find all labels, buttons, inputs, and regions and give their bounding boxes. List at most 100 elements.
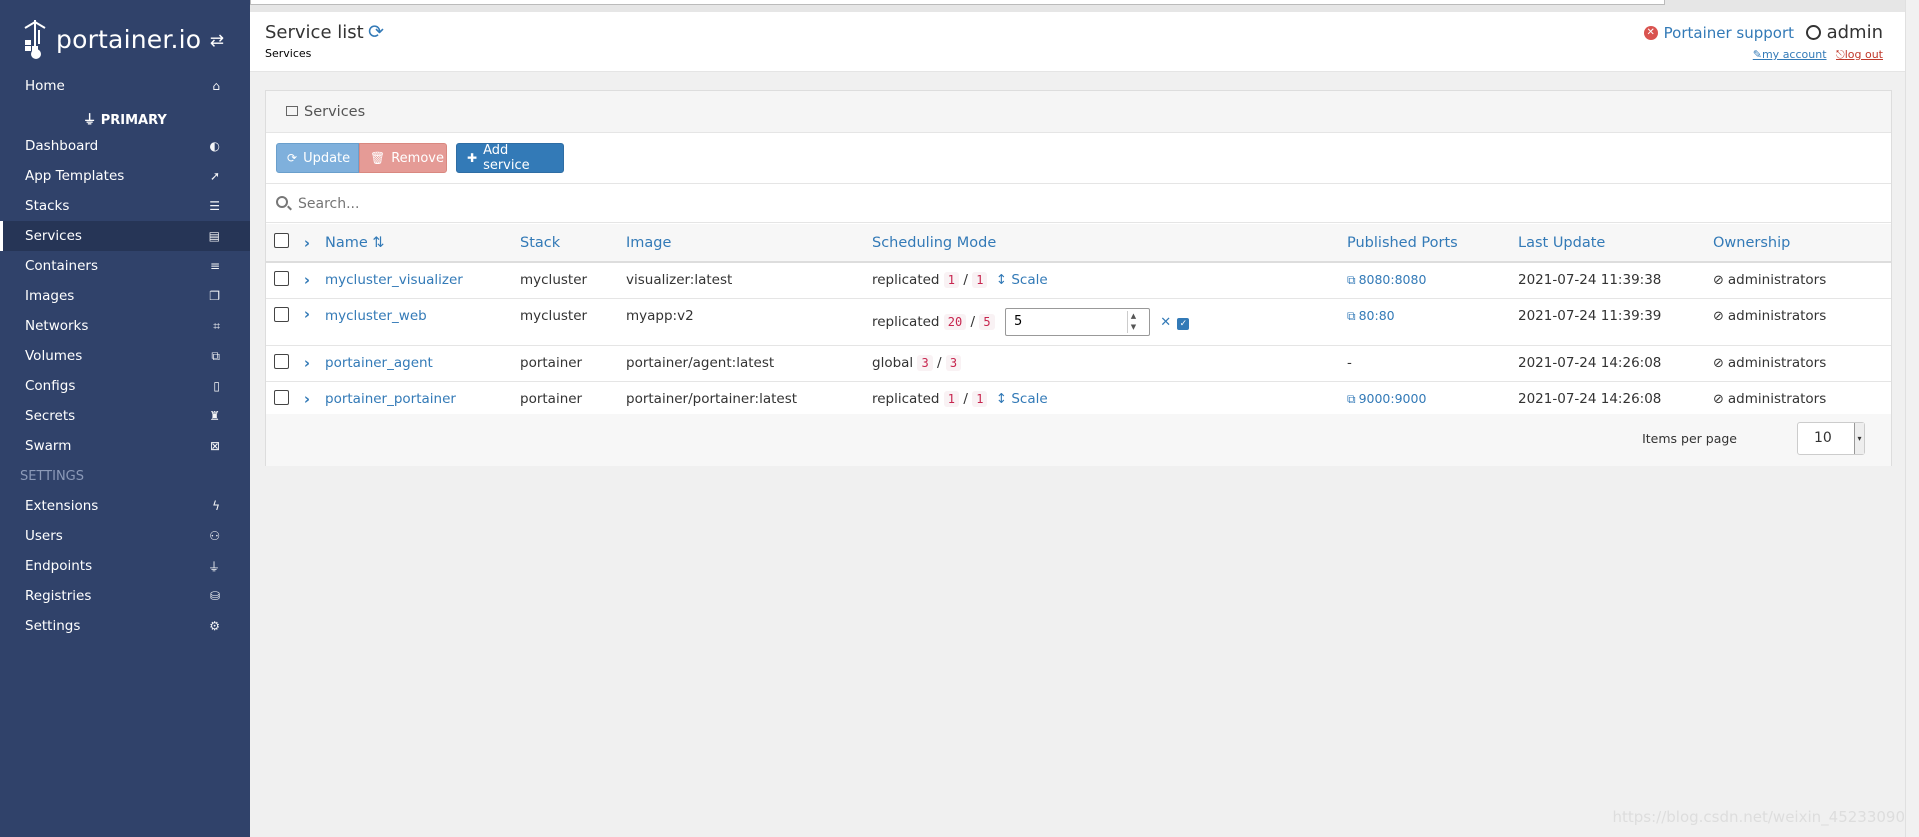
column-image[interactable]: Image bbox=[626, 224, 872, 262]
sidebar-item-containers[interactable]: Containers ≡ bbox=[0, 251, 250, 281]
desired-count: 3 bbox=[945, 355, 962, 371]
chevron-right-icon[interactable]: › bbox=[304, 390, 310, 408]
update-button[interactable]: ⟳ Update bbox=[276, 143, 359, 173]
breadcrumb: Services bbox=[265, 47, 312, 60]
confirm-scale-icon[interactable]: ✓ bbox=[1177, 317, 1190, 330]
log-out-link[interactable]: ⎋log out bbox=[1836, 48, 1883, 61]
scrollbar[interactable] bbox=[1905, 0, 1919, 837]
sidebar-item-stacks[interactable]: Stacks ☰ bbox=[0, 191, 250, 221]
column-scheduling-mode[interactable]: Scheduling Mode bbox=[872, 224, 1347, 262]
plus-icon: ✚ bbox=[467, 151, 478, 165]
stack-cell: portainer bbox=[520, 391, 583, 407]
account-links: ✎my account ⎋log out bbox=[1753, 48, 1883, 62]
endpoint-name: PRIMARY bbox=[100, 113, 167, 128]
external-link-icon: ⧉ bbox=[1347, 308, 1356, 323]
sort-icon: ⇅ bbox=[372, 234, 385, 251]
sidebar-item-extensions[interactable]: Extensions ϟ bbox=[0, 491, 250, 521]
cubes-icon: ⧉ bbox=[211, 348, 220, 363]
mode-label: replicated bbox=[872, 272, 940, 289]
row-checkbox[interactable] bbox=[274, 389, 289, 405]
remove-button[interactable]: 🗑 Remove bbox=[359, 143, 447, 173]
users-icon: ⚇ bbox=[209, 529, 220, 543]
refresh-icon[interactable]: ⟳ bbox=[368, 21, 384, 43]
running-count: 20 bbox=[943, 313, 967, 330]
service-name-link[interactable]: portainer_agent bbox=[325, 355, 433, 371]
sidebar-item-label: Users bbox=[25, 528, 63, 544]
scale-button[interactable]: ↕ Scale bbox=[996, 272, 1048, 288]
ownership-cell: ⊘ administrators bbox=[1713, 345, 1891, 381]
search-icon bbox=[276, 196, 288, 208]
brand-logo[interactable]: portainer.io bbox=[22, 16, 232, 62]
eye-slash-icon: ⊘ bbox=[1713, 392, 1724, 407]
column-last-update[interactable]: Last Update bbox=[1518, 224, 1713, 262]
items-per-page-select[interactable]: 10 ▾ bbox=[1797, 422, 1865, 455]
desired-count: 5 bbox=[979, 313, 995, 330]
sidebar-item-label: Settings bbox=[25, 618, 81, 634]
mode-label: global bbox=[872, 355, 914, 371]
sidebar-item-home[interactable]: Home ⌂ bbox=[0, 71, 250, 101]
sidebar-item-swarm[interactable]: Swarm ⊠ bbox=[0, 431, 250, 461]
caret-down-icon: ▾ bbox=[1854, 423, 1864, 454]
service-name-link[interactable]: mycluster_web bbox=[325, 308, 427, 324]
row-checkbox[interactable] bbox=[274, 353, 289, 369]
support-label: Portainer support bbox=[1663, 24, 1794, 42]
row-checkbox[interactable] bbox=[274, 306, 289, 322]
home-icon: ⌂ bbox=[212, 79, 220, 93]
sidebar-item-services[interactable]: Services ▤ bbox=[0, 221, 250, 251]
sidebar-item-networks[interactable]: Networks ⌗ bbox=[0, 311, 250, 341]
select-all-checkbox[interactable] bbox=[274, 233, 289, 248]
scale-button[interactable]: ↕ Scale bbox=[996, 391, 1048, 407]
sidebar-item-volumes[interactable]: Volumes ⧉ bbox=[0, 341, 250, 371]
sidebar-item-registries[interactable]: Registries ⛁ bbox=[0, 581, 250, 611]
sidebar-item-app-templates[interactable]: App Templates ➚ bbox=[0, 161, 250, 191]
row-checkbox[interactable] bbox=[274, 270, 289, 286]
sidebar-item-configs[interactable]: Configs ▯ bbox=[0, 371, 250, 401]
published-port-link[interactable]: ⧉ 9000:9000 bbox=[1347, 391, 1426, 406]
add-service-button[interactable]: ✚ Add service bbox=[456, 143, 564, 173]
search-input[interactable] bbox=[298, 192, 1198, 216]
image-cell: myapp:v2 bbox=[626, 307, 694, 324]
column-name[interactable]: Name ⇅ bbox=[325, 224, 520, 262]
cancel-scale-icon[interactable]: ✕ bbox=[1160, 315, 1171, 330]
ownership-label: administrators bbox=[1727, 307, 1827, 324]
scale-replicas-input[interactable]: 5 ▲ ▼ bbox=[1004, 307, 1150, 336]
page-title: Service list bbox=[265, 22, 364, 43]
tachometer-icon: ◐ bbox=[209, 139, 220, 153]
chevron-right-icon[interactable]: › bbox=[304, 354, 310, 372]
chevron-right-icon[interactable]: › bbox=[304, 271, 310, 289]
published-port-link[interactable]: ⧉ 80:80 bbox=[1347, 308, 1395, 323]
chevron-right-icon[interactable]: › bbox=[304, 234, 310, 252]
sidebar-item-users[interactable]: Users ⚇ bbox=[0, 521, 250, 551]
column-stack[interactable]: Stack bbox=[520, 224, 626, 262]
services-panel: Services ⟳ Update 🗑 Remove ✚ Add service › … bbox=[265, 90, 1892, 466]
my-account-link[interactable]: ✎my account bbox=[1753, 48, 1827, 61]
desired-count: 1 bbox=[972, 272, 988, 289]
service-name-link[interactable]: portainer_portainer bbox=[325, 391, 456, 407]
exchange-icon[interactable]: ⇄ bbox=[210, 31, 224, 51]
stack-cell: mycluster bbox=[520, 307, 588, 324]
sidebar-item-images[interactable]: Images ❐ bbox=[0, 281, 250, 311]
items-per-page-label: Items per page bbox=[1642, 431, 1737, 446]
table-row: › portainer_portainer portainer portaine… bbox=[266, 381, 1891, 417]
column-ownership[interactable]: Ownership bbox=[1713, 224, 1891, 262]
chevron-right-icon[interactable]: › bbox=[304, 305, 310, 323]
portainer-support-link[interactable]: ✕ Portainer support bbox=[1643, 24, 1794, 42]
sidebar-item-endpoints[interactable]: Endpoints ⏚ bbox=[0, 551, 250, 581]
running-count: 1 bbox=[943, 272, 960, 289]
plug-icon: ⏚ bbox=[207, 559, 220, 574]
sidebar-item-secrets[interactable]: Secrets ♜ bbox=[0, 401, 250, 431]
service-name-link[interactable]: mycluster_visualizer bbox=[325, 272, 463, 288]
published-port-link[interactable]: ⧉ 8080:8080 bbox=[1347, 272, 1426, 287]
sidebar-item-settings[interactable]: Settings ⚙ bbox=[0, 611, 250, 641]
last-update-cell: 2021-07-24 11:39:39 bbox=[1518, 307, 1662, 324]
sidebar-item-dashboard[interactable]: Dashboard ◐ bbox=[0, 131, 250, 161]
sidebar-item-label: Secrets bbox=[25, 408, 76, 424]
ownership-label: administrators bbox=[1727, 391, 1827, 407]
close-circle-icon: ✕ bbox=[1643, 26, 1658, 40]
column-published-ports[interactable]: Published Ports bbox=[1347, 224, 1518, 262]
scheduling-cell: global 3 / 3 bbox=[872, 345, 1347, 381]
settings-heading: SETTINGS bbox=[20, 469, 85, 484]
desired-count: 1 bbox=[972, 391, 988, 407]
sidebar-item-label: Registries bbox=[25, 588, 92, 604]
number-spinner[interactable]: ▲ ▼ bbox=[1126, 310, 1139, 333]
